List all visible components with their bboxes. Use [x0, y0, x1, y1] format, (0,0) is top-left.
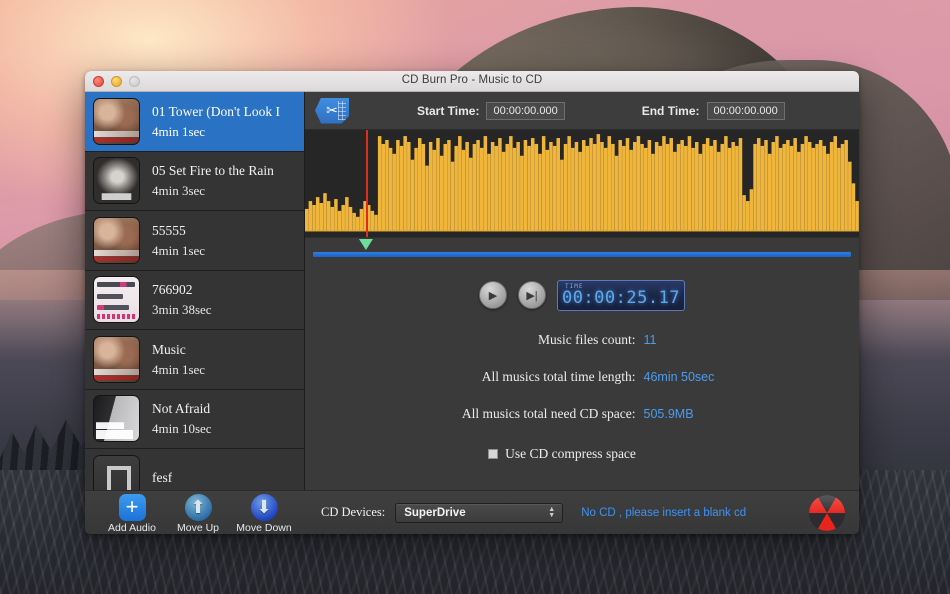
end-time-label: End Time: — [642, 104, 700, 118]
move-down-label: Move Down — [231, 522, 297, 534]
position-marker-icon[interactable] — [359, 239, 373, 250]
info-value: 46min 50sec — [644, 370, 774, 384]
transport-controls: ▶ ▶| TIME 00:00:25.17 — [305, 264, 859, 326]
album-artwork — [93, 98, 140, 145]
scrub-bar[interactable] — [313, 252, 851, 257]
info-value: 505.9MB — [644, 407, 774, 421]
burn-button[interactable] — [809, 495, 845, 531]
track-duration: 4min 3sec — [152, 181, 274, 200]
album-artwork — [93, 217, 140, 264]
use-cd-compress-checkbox[interactable] — [488, 449, 498, 459]
track-title: 05 Set Fire to the Rain — [152, 161, 274, 181]
play-to-end-icon[interactable]: ▶| — [518, 281, 546, 309]
music-note-icon — [94, 456, 139, 490]
play-icon[interactable]: ▶ — [479, 281, 507, 309]
start-time-label: Start Time: — [417, 104, 479, 118]
scissors-icon[interactable]: ✂ — [315, 98, 349, 124]
app-window: CD Burn Pro - Music to CD 01 Tower (Don'… — [85, 71, 859, 534]
time-display-label: TIME — [565, 283, 583, 290]
info-label: Music files count: — [391, 332, 636, 348]
add-audio-label: Add Audio — [99, 522, 165, 534]
info-row: Music files count: 11 — [305, 332, 859, 369]
track-title: 55555 — [152, 221, 205, 241]
track-duration: 3min 38sec — [152, 300, 212, 319]
track-duration: 4min 1sec — [152, 360, 205, 379]
time-display-value: 00:00:25.17 — [562, 288, 680, 308]
chevron-updown-icon: ▲▼ — [546, 506, 557, 520]
start-time-group: Start Time: 00:00:00.000 — [417, 102, 565, 120]
track-list-item[interactable]: 05 Set Fire to the Rain 4min 3sec — [85, 152, 304, 212]
compress-row: Use CD compress space — [305, 446, 859, 462]
track-title: Music — [152, 340, 205, 360]
track-duration: 4min 1sec — [152, 241, 205, 260]
album-artwork — [93, 157, 140, 204]
cd-device-select[interactable]: SuperDrive ▲▼ — [395, 503, 563, 523]
album-artwork — [93, 336, 140, 383]
bottom-toolbar: + Add Audio ⬆ Move Up ⬇ Move Down CD Dev… — [85, 490, 859, 534]
edit-toolbar: ✂ Start Time: 00:00:00.000 End Time: 00:… — [305, 92, 859, 130]
playhead-marker[interactable] — [366, 130, 368, 237]
track-list-item[interactable]: fesf — [85, 449, 304, 490]
editor-panel: ✂ Start Time: 00:00:00.000 End Time: 00:… — [305, 92, 859, 490]
track-title: fesf — [152, 468, 172, 488]
scrub-area[interactable] — [305, 238, 859, 264]
end-time-group: End Time: 00:00:00.000 — [642, 102, 785, 120]
plus-icon: + — [119, 494, 146, 521]
cd-devices-label: CD Devices: — [321, 505, 385, 520]
info-label: All musics total need CD space: — [391, 406, 636, 422]
info-panel: Music files count: 11 All musics total t… — [305, 326, 859, 462]
info-label: All musics total time length: — [391, 369, 636, 385]
waveform-canvas — [305, 130, 859, 237]
album-artwork — [93, 395, 140, 442]
track-list-item[interactable]: Music 4min 1sec — [85, 330, 304, 390]
track-title: Not Afraid — [152, 399, 212, 419]
arrow-up-icon: ⬆ — [185, 494, 212, 521]
track-duration: 4min 1sec — [152, 122, 280, 141]
track-list-item[interactable]: Not Afraid 4min 10sec — [85, 390, 304, 450]
waveform-bars — [305, 130, 859, 237]
burn-button-gloss — [809, 495, 845, 531]
end-time-input[interactable]: 00:00:00.000 — [707, 102, 785, 120]
arrow-down-icon: ⬇ — [251, 494, 278, 521]
waveform-display[interactable] — [305, 130, 859, 238]
info-row: All musics total need CD space: 505.9MB — [305, 406, 859, 443]
use-cd-compress-label: Use CD compress space — [505, 446, 636, 462]
window-title: CD Burn Pro - Music to CD — [85, 74, 859, 86]
info-value: 11 — [644, 333, 774, 347]
move-down-button[interactable]: ⬇ Move Down — [231, 492, 297, 534]
move-up-label: Move Up — [165, 522, 231, 534]
track-list-item[interactable]: 55555 4min 1sec — [85, 211, 304, 271]
move-up-button[interactable]: ⬆ Move Up — [165, 492, 231, 534]
cd-device-value: SuperDrive — [404, 507, 465, 519]
track-title: 766902 — [152, 280, 212, 300]
start-time-input[interactable]: 00:00:00.000 — [486, 102, 564, 120]
track-list[interactable]: 01 Tower (Don't Look I 4min 1sec 05 Set … — [85, 92, 305, 490]
track-duration: 4min 10sec — [152, 419, 212, 438]
info-row: All musics total time length: 46min 50se… — [305, 369, 859, 406]
album-artwork — [93, 455, 140, 490]
cd-status-text: No CD , please insert a blank cd — [581, 507, 746, 519]
window-titlebar[interactable]: CD Burn Pro - Music to CD — [85, 71, 859, 92]
time-display: TIME 00:00:25.17 — [557, 280, 685, 311]
track-list-item[interactable]: 01 Tower (Don't Look I 4min 1sec — [85, 92, 304, 152]
track-title: 01 Tower (Don't Look I — [152, 102, 280, 122]
window-body: 01 Tower (Don't Look I 4min 1sec 05 Set … — [85, 92, 859, 490]
album-artwork — [93, 276, 140, 323]
add-audio-button[interactable]: + Add Audio — [99, 492, 165, 534]
track-list-item[interactable]: 766902 3min 38sec — [85, 271, 304, 331]
